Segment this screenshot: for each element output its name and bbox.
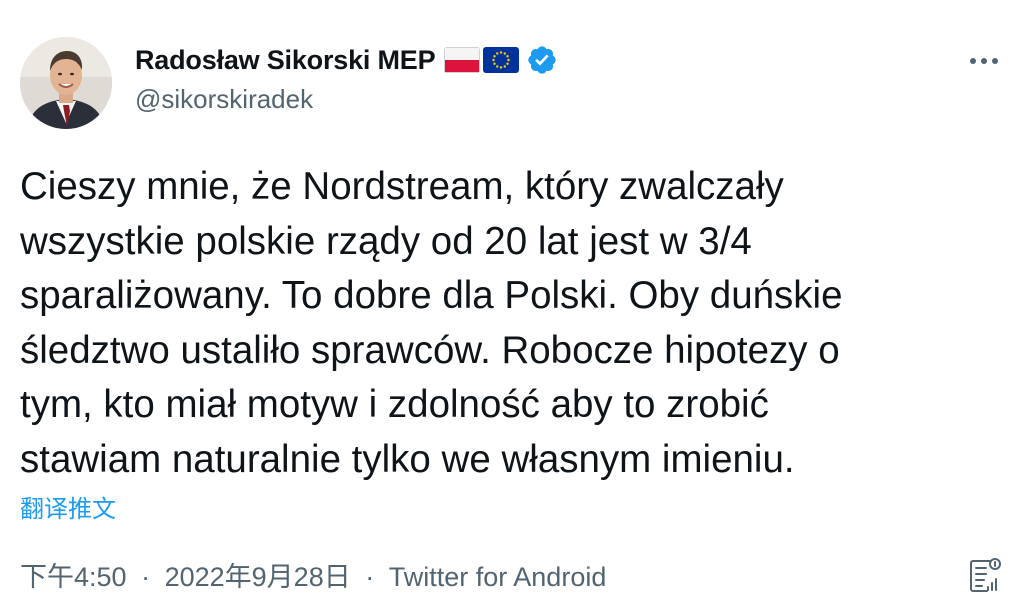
author-name-row: Radosław Sikorski MEP	[135, 42, 558, 78]
tweet-text: Cieszy mnie, że Nordstream, który zwalcz…	[20, 165, 843, 481]
display-name[interactable]: Radosław Sikorski MEP	[135, 45, 436, 76]
tweet-date[interactable]: 2022年9月28日	[165, 562, 351, 592]
eu-flag-icon	[483, 47, 520, 73]
tweet-meta: 下午4:50 · 2022年9月28日 · Twitter for Androi…	[20, 555, 606, 594]
author-handle[interactable]: @sikorskiradek	[135, 84, 313, 115]
more-options-icon-dot	[992, 58, 998, 64]
avatar[interactable]	[20, 37, 112, 129]
meta-separator: ·	[365, 562, 375, 592]
translate-tweet-link[interactable]: 翻译推文	[20, 489, 116, 524]
more-options-icon	[970, 58, 976, 64]
avatar-image	[20, 37, 112, 129]
verified-badge-icon[interactable]	[526, 44, 558, 76]
meta-separator: ·	[141, 562, 151, 592]
poland-flag-icon	[444, 47, 481, 73]
more-options-icon-dot	[981, 58, 987, 64]
analytics-icon	[970, 558, 1001, 592]
tweet-time[interactable]: 下午4:50	[20, 562, 127, 592]
tweet-source[interactable]: Twitter for Android	[389, 562, 607, 592]
more-options-button[interactable]	[962, 48, 1006, 74]
analytics-button[interactable]	[964, 555, 1004, 595]
tweet-card: Radosław Sikorski MEP @sikorskiradek Cie…	[0, 0, 1019, 601]
